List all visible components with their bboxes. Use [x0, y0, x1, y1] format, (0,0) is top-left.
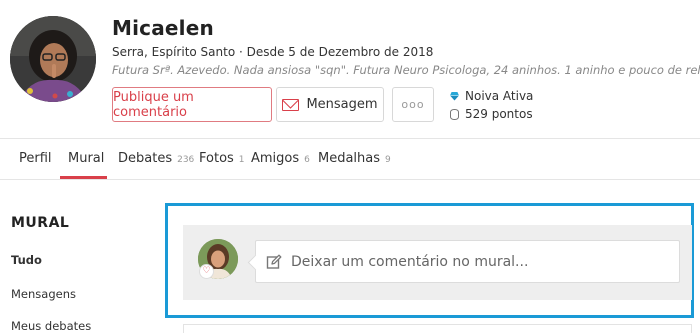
tab-debates[interactable]: Debates 236 [118, 151, 194, 166]
tab-count: 1 [238, 155, 245, 165]
message-label: Mensagem [306, 97, 378, 112]
diamond-icon [449, 92, 460, 101]
more-options-button[interactable]: ooo [392, 87, 434, 122]
coins-icon [450, 108, 459, 120]
sidebar-item-meus-debates[interactable]: Meus debates [11, 319, 91, 333]
tab-label: Medalhas [318, 151, 381, 166]
tab-mural[interactable]: Mural [68, 151, 104, 166]
message-button[interactable]: Mensagem [276, 87, 384, 122]
envelope-icon [282, 98, 300, 111]
sidebar-item-mensagens[interactable]: Mensagens [11, 287, 76, 301]
publish-comment-button[interactable]: Publique um comentário [112, 87, 272, 122]
edit-icon [266, 254, 282, 269]
tab-count: 6 [304, 155, 310, 165]
tab-count: 9 [385, 155, 391, 165]
tab-amigos[interactable]: Amigos 6 [251, 151, 310, 166]
points-label: 529 pontos [465, 107, 533, 121]
wall-comment-input[interactable]: Deixar um comentário no mural... [255, 240, 680, 283]
tab-label: Amigos [251, 151, 300, 166]
avatar-photo [10, 16, 96, 102]
profile-meta: Serra, Espírito Santo · Desde 5 de Dezem… [112, 45, 434, 59]
tab-label: Mural [68, 151, 105, 166]
status-label: Noiva Ativa [465, 89, 534, 103]
tab-label: Debates [118, 151, 173, 166]
tab-fotos[interactable]: Fotos 1 [199, 151, 245, 166]
status-row: Noiva Ativa [449, 89, 533, 103]
tabs-divider [0, 179, 700, 180]
profile-avatar[interactable] [10, 16, 96, 102]
profile-bio: Futura Srª. Azevedo. Nada ansiosa "sqn".… [112, 63, 700, 77]
more-dots-icon: ooo [401, 98, 425, 111]
tab-count: 236 [177, 155, 195, 165]
next-post-card [183, 324, 692, 333]
tab-label: Perfil [19, 151, 52, 166]
profile-name: Micaelen [112, 16, 214, 40]
points-row: 529 pontos [449, 107, 533, 121]
sidebar-title: MURAL [11, 215, 70, 231]
comment-placeholder: Deixar um comentário no mural... [291, 253, 529, 270]
heart-icon: ♡ [199, 264, 214, 279]
tab-perfil[interactable]: Perfil [19, 151, 52, 166]
tab-label: Fotos [199, 151, 234, 166]
wall-composer: ♡ Deixar um comentário no mural... [183, 225, 692, 300]
tab-medalhas[interactable]: Medalhas 9 [318, 151, 391, 166]
sidebar-item-tudo[interactable]: Tudo [11, 253, 42, 267]
profile-tabs: Perfil Mural Debates 236 Fotos 1 Amigos 6 M… [0, 139, 700, 179]
publish-comment-label: Publique um comentário [113, 89, 194, 120]
